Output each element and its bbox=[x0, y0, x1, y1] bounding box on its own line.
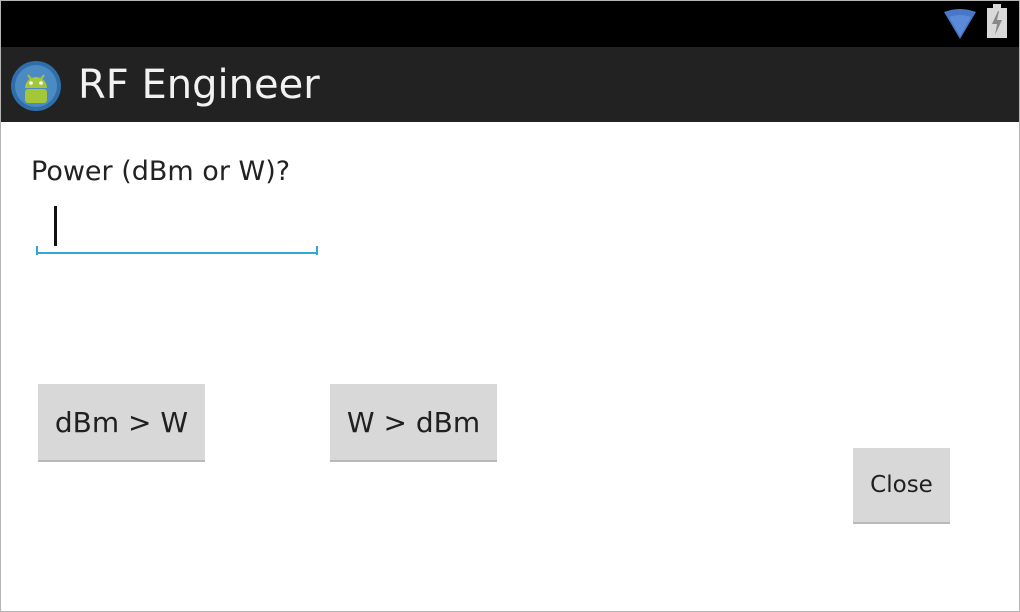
wifi-icon bbox=[944, 9, 976, 39]
app-screen: RF Engineer Power (dBm or W)? dBm > W W … bbox=[0, 0, 1020, 612]
input-underline-left-tick bbox=[36, 246, 38, 255]
power-input[interactable] bbox=[36, 202, 318, 254]
text-cursor bbox=[54, 206, 57, 246]
dbm-to-watts-button[interactable]: dBm > W bbox=[38, 384, 205, 460]
power-prompt-label: Power (dBm or W)? bbox=[31, 156, 291, 187]
status-bar bbox=[0, 0, 1020, 47]
main-content: Power (dBm or W)? dBm > W W > dBm Close bbox=[0, 122, 1020, 612]
android-app-icon[interactable] bbox=[10, 60, 62, 112]
battery-charging-icon bbox=[987, 4, 1007, 38]
action-bar: RF Engineer bbox=[0, 47, 1020, 122]
close-button[interactable]: Close bbox=[853, 448, 950, 522]
app-title: RF Engineer bbox=[78, 62, 320, 108]
input-underline-right-tick bbox=[316, 246, 318, 255]
watts-to-dbm-button[interactable]: W > dBm bbox=[330, 384, 497, 460]
